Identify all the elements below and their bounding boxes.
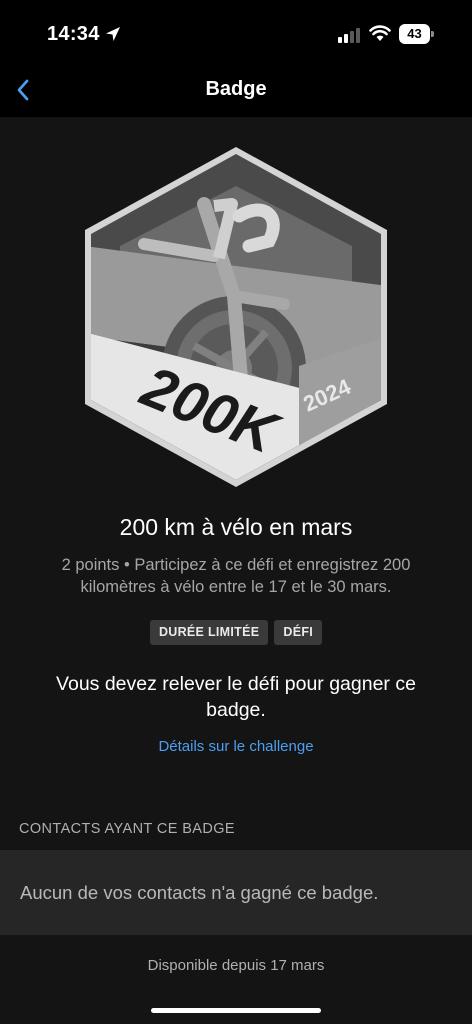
contacts-card: Aucun de vos contacts n'a gagné ce badge… <box>0 850 472 935</box>
tag-challenge: DÉFI <box>274 620 323 645</box>
wifi-icon <box>369 25 391 41</box>
home-indicator[interactable] <box>151 1008 321 1013</box>
battery-tip <box>431 31 434 37</box>
contacts-section-header: CONTACTS AYANT CE BADGE <box>19 821 235 837</box>
status-time: 14:34 <box>47 23 100 45</box>
header-area: 14:34 43 Badge <box>0 0 472 117</box>
contacts-empty-message: Aucun de vos contacts n'a gagné ce badge… <box>20 882 379 903</box>
availability-text: Disponible depuis 17 mars <box>147 957 325 974</box>
badge-tags: DURÉE LIMITÉE DÉFI <box>0 620 472 645</box>
location-arrow-icon <box>106 27 120 41</box>
page-title: Badge <box>205 78 267 100</box>
battery-level: 43 <box>399 24 430 44</box>
cellular-signal-icon <box>338 28 360 43</box>
badge-description: 2 points • Participez à ce défi et enreg… <box>61 556 411 596</box>
badge-image: 2024 200K <box>85 147 387 487</box>
battery-icon: 43 <box>399 24 434 44</box>
challenge-details-link[interactable]: Détails sur le challenge <box>0 738 472 755</box>
badge-requirement: Vous devez relever le défi pour gagner c… <box>56 673 416 721</box>
tag-limited-duration: DURÉE LIMITÉE <box>149 620 269 645</box>
badge-title: 200 km à vélo en mars <box>119 514 353 540</box>
status-bar: 14:34 43 <box>0 0 472 70</box>
